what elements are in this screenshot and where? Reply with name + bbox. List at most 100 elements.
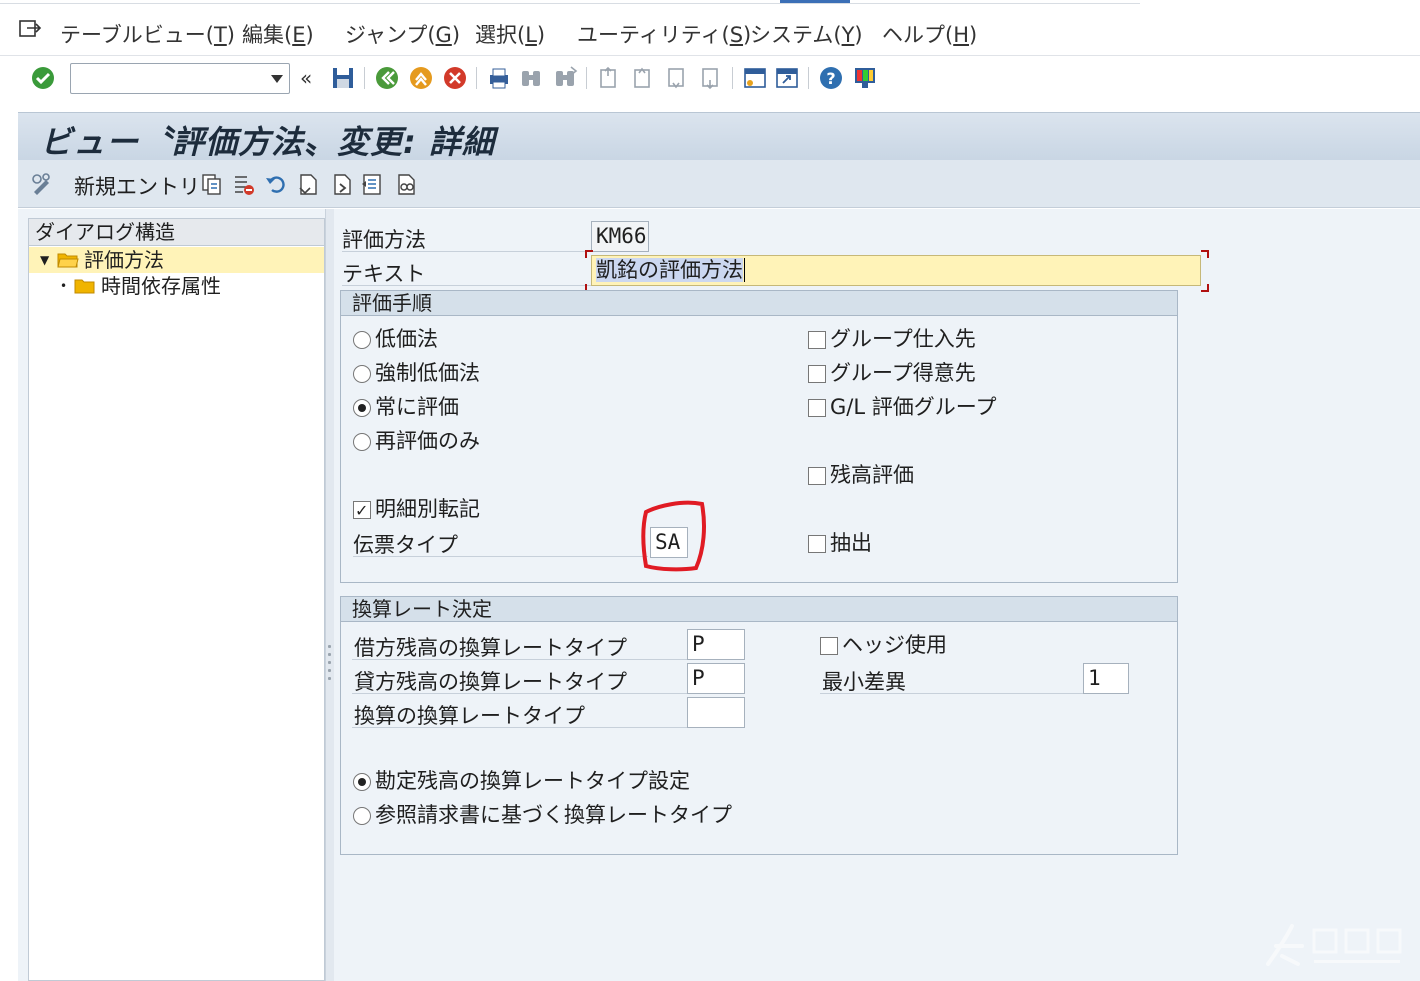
label-underline xyxy=(820,693,1083,694)
standard-toolbar: « ? xyxy=(0,57,1420,101)
next-entry-icon[interactable] xyxy=(330,172,354,196)
first-page-icon[interactable] xyxy=(596,65,622,91)
save-icon[interactable] xyxy=(330,65,356,91)
chevron-down-icon[interactable] xyxy=(271,75,283,83)
credit-rate-type-label: 貸方残高の換算レートタイプ xyxy=(354,670,627,694)
debit-rate-type-field[interactable]: P xyxy=(687,629,745,660)
help-icon[interactable]: ? xyxy=(818,65,844,91)
splitter-grip xyxy=(328,669,331,672)
credit-rate-type-field[interactable]: P xyxy=(687,663,745,694)
new-session-icon[interactable] xyxy=(742,65,768,91)
menu-icon[interactable] xyxy=(18,18,42,40)
checkbox[interactable] xyxy=(808,399,826,417)
tree-item-label: 時間依存属性 xyxy=(101,274,221,298)
menu-system[interactable]: システム(Y) xyxy=(750,19,863,49)
folder-icon xyxy=(74,279,95,294)
label-underline xyxy=(342,251,592,252)
group-title: 評価手順 xyxy=(341,291,1177,316)
red-annotation-circle xyxy=(641,500,706,572)
menu-help[interactable]: ヘルプ(H) xyxy=(882,19,977,49)
tree-item-label: 評価方法 xyxy=(84,248,164,272)
debit-rate-type-label: 借方残高の換算レートタイプ xyxy=(354,636,627,660)
radio-button[interactable] xyxy=(353,365,371,383)
label-underline xyxy=(353,556,648,557)
splitter-grip xyxy=(328,677,331,680)
last-page-icon[interactable] xyxy=(698,65,724,91)
valuation-method-label: 評価方法 xyxy=(342,228,426,252)
label-underline xyxy=(352,659,687,660)
back-icon[interactable] xyxy=(374,65,400,91)
minimum-difference-label: 最小差異 xyxy=(822,670,906,694)
svg-text:?: ? xyxy=(826,69,835,88)
checkbox[interactable] xyxy=(820,637,838,655)
splitter-grip xyxy=(328,645,331,648)
menu-select[interactable]: 選択(L) xyxy=(475,19,545,49)
checkbox[interactable] xyxy=(808,535,826,553)
exit-icon[interactable] xyxy=(408,65,434,91)
menu-bar: テーブルビュー(T) 編集(E) ジャンプ(G) 選択(L) ユーティリティ(S… xyxy=(0,4,1420,56)
layout-icon[interactable] xyxy=(852,65,878,91)
valuation-method-field: KM66 xyxy=(591,221,649,252)
minimum-difference-field[interactable]: 1 xyxy=(1083,663,1129,694)
separator xyxy=(732,67,733,89)
focus-frame xyxy=(585,250,1209,292)
command-field[interactable] xyxy=(70,63,290,94)
conversion-rate-type-label: 換算の換算レートタイプ xyxy=(354,704,585,728)
next-page-icon[interactable] xyxy=(664,65,690,91)
print-view-icon[interactable] xyxy=(394,172,418,196)
menu-goto[interactable]: ジャンプ(G) xyxy=(345,19,460,49)
display-change-icon[interactable] xyxy=(30,172,54,196)
radio-button[interactable] xyxy=(353,807,371,825)
radio-button[interactable] xyxy=(353,773,371,791)
menu-edit[interactable]: 編集(E) xyxy=(242,19,314,49)
checkbox[interactable] xyxy=(808,331,826,349)
separator xyxy=(808,67,809,89)
menu-table-view[interactable]: テーブルビュー(T) xyxy=(60,19,235,49)
page-title: ビュー〝評価方法〟変更: 詳細 xyxy=(40,123,495,161)
shortcut-icon[interactable] xyxy=(774,65,800,91)
label-underline xyxy=(352,693,687,694)
cancel-icon[interactable] xyxy=(442,65,468,91)
conversion-rate-type-field[interactable] xyxy=(687,697,745,728)
back-arrow-icon[interactable]: « xyxy=(300,66,312,90)
print-icon[interactable] xyxy=(486,65,512,91)
enter-icon[interactable] xyxy=(30,65,56,91)
command-input[interactable] xyxy=(71,64,257,93)
tree-item-valuation-method[interactable]: ▼ 評価方法 xyxy=(29,247,324,273)
copy-icon[interactable] xyxy=(200,172,224,196)
delete-icon[interactable] xyxy=(232,172,256,196)
folder-open-icon xyxy=(57,253,79,268)
undo-icon[interactable] xyxy=(264,172,288,196)
document-type-label: 伝票タイプ xyxy=(353,533,458,557)
expand-triangle-icon[interactable]: ▼ xyxy=(40,247,49,273)
application-toolbar: 新規エントリ xyxy=(18,160,1420,208)
radio-button[interactable] xyxy=(353,399,371,417)
splitter-grip xyxy=(328,653,331,656)
text-label: テキスト xyxy=(342,262,426,286)
dialog-structure-panel: ダイアログ構造 ▼ 評価方法 • 時間依存属性 xyxy=(28,218,325,981)
label-underline xyxy=(342,285,592,286)
watermark-logo xyxy=(1266,924,1402,966)
group-title: 換算レート決定 xyxy=(341,597,1177,622)
find-icon[interactable] xyxy=(518,65,544,91)
checkbox[interactable] xyxy=(808,365,826,383)
radio-button[interactable] xyxy=(353,433,371,451)
panel-splitter[interactable] xyxy=(325,209,334,981)
separator xyxy=(586,67,587,89)
menu-utilities[interactable]: ユーティリティ(S) xyxy=(577,19,751,49)
label-underline xyxy=(352,727,687,728)
select-all-icon[interactable] xyxy=(296,172,320,196)
radio-button[interactable] xyxy=(353,331,371,349)
title-bar: ビュー〝評価方法〟変更: 詳細 xyxy=(18,112,1420,161)
tree-item-time-dependent-attributes[interactable]: • 時間依存属性 xyxy=(29,273,324,299)
new-entries-button[interactable]: 新規エントリ xyxy=(74,171,200,201)
dialog-structure-header: ダイアログ構造 xyxy=(29,219,324,246)
find-next-icon[interactable] xyxy=(552,65,578,91)
previous-entry-icon[interactable] xyxy=(360,172,384,196)
bullet-icon: • xyxy=(60,279,68,293)
splitter-grip xyxy=(328,661,331,664)
checkbox[interactable] xyxy=(808,467,826,485)
separator xyxy=(364,67,365,89)
previous-page-icon[interactable] xyxy=(630,65,656,91)
checkbox[interactable] xyxy=(353,497,371,525)
